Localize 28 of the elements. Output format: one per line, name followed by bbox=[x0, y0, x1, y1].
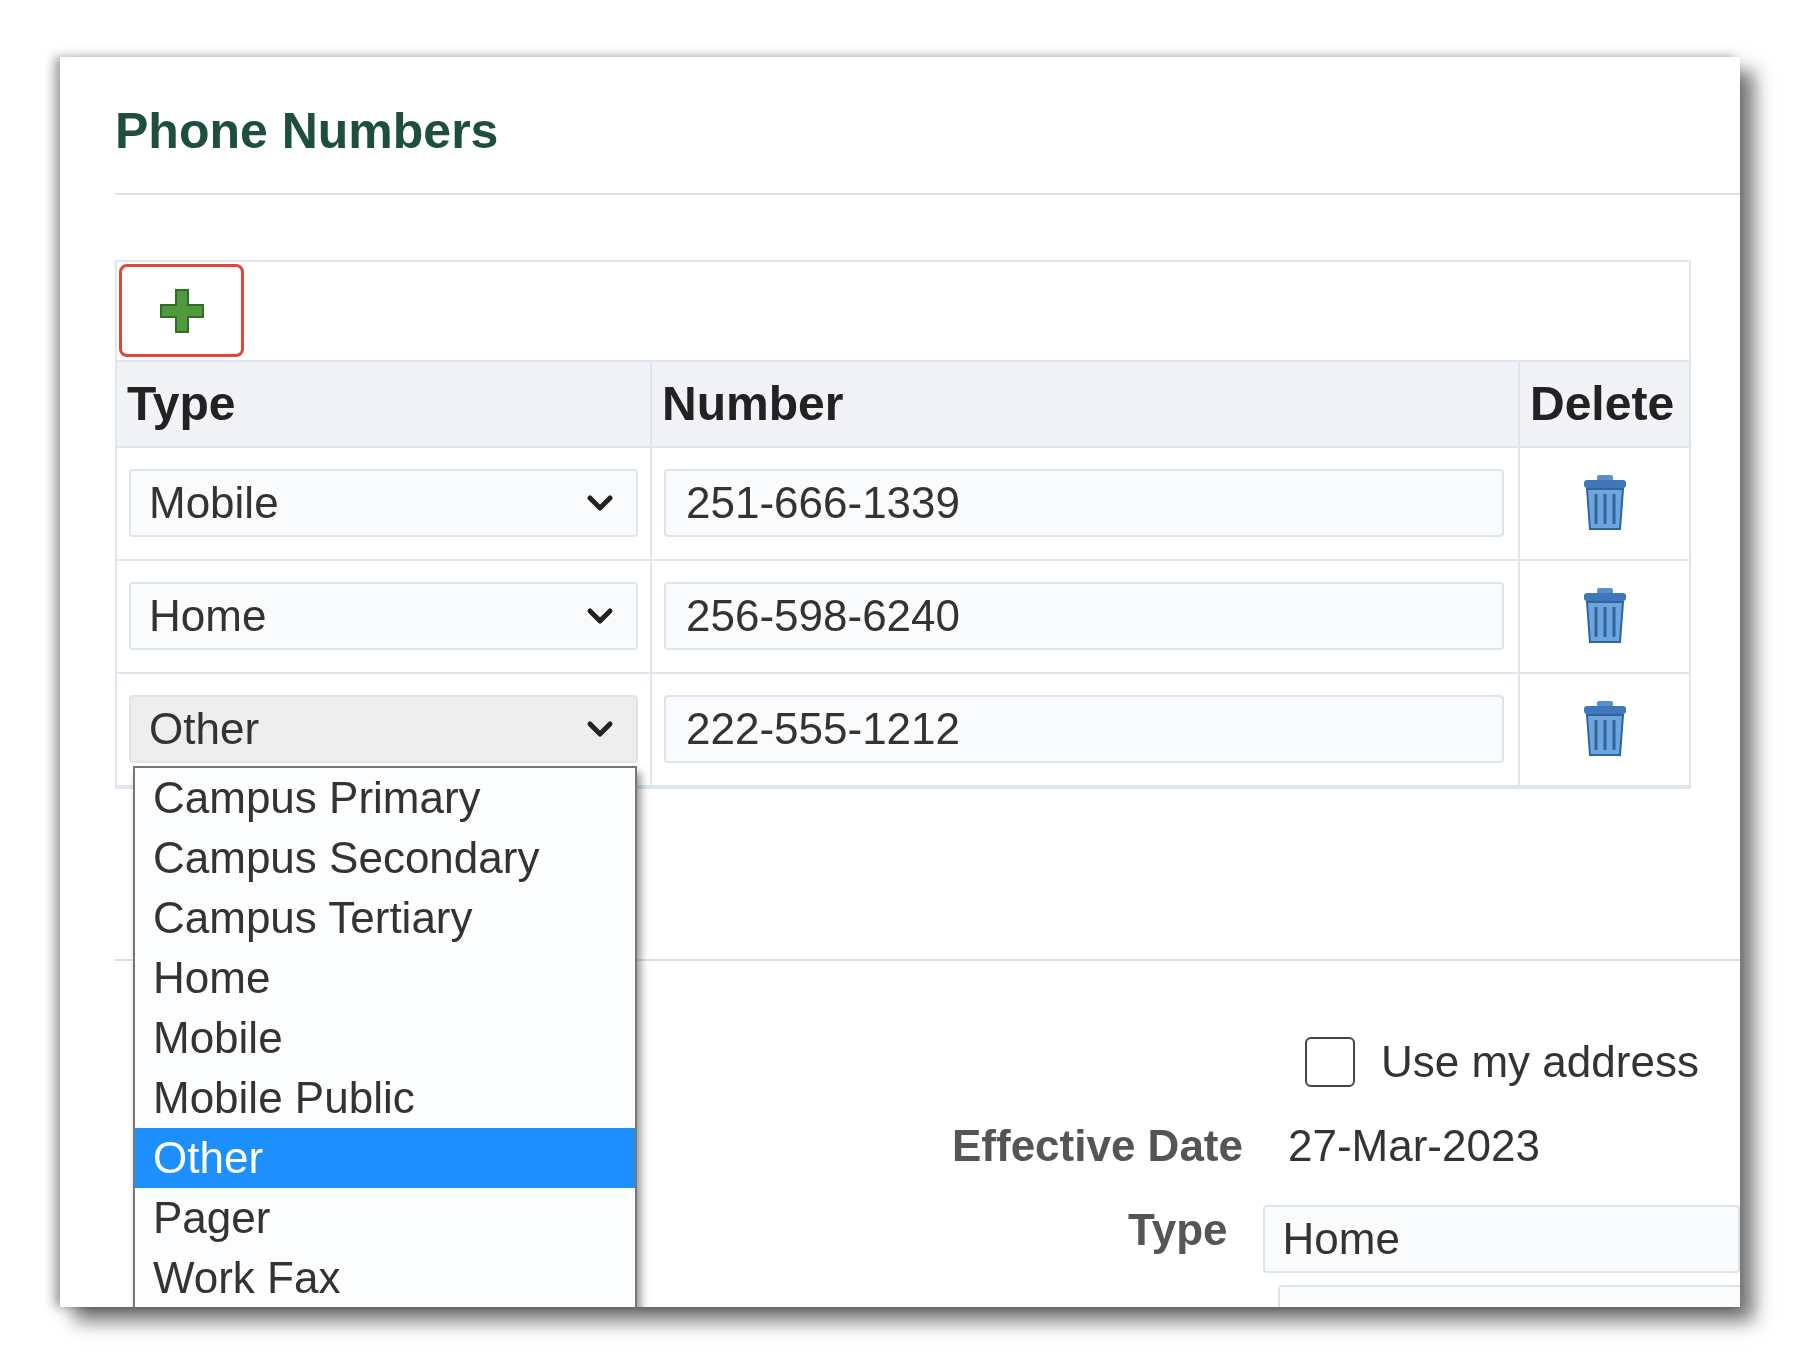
dropdown-option[interactable]: Campus Primary bbox=[135, 767, 635, 828]
column-header: Type bbox=[117, 361, 652, 448]
field-label: Effective Date bbox=[951, 1119, 1243, 1172]
number-field[interactable]: 256-598-6240 bbox=[664, 582, 1504, 650]
type-select[interactable]: Home bbox=[129, 582, 638, 650]
dropdown-option[interactable]: Campus Tertiary bbox=[135, 887, 635, 948]
trash-icon[interactable] bbox=[1581, 700, 1628, 758]
dropdown-option[interactable]: Mobile Public bbox=[135, 1067, 635, 1128]
column-header: Number bbox=[652, 361, 1520, 448]
type-select[interactable]: Other bbox=[129, 695, 638, 763]
number-field[interactable]: 222-555-1212 bbox=[664, 695, 1504, 763]
type-select[interactable]: Mobile bbox=[129, 469, 638, 537]
trash-icon[interactable] bbox=[1581, 474, 1628, 532]
dropdown-option[interactable]: Campus Secondary bbox=[135, 827, 635, 888]
dropdown-option[interactable]: Home bbox=[135, 947, 635, 1008]
dropdown-option[interactable]: Work Fax bbox=[135, 1247, 635, 1307]
add-button[interactable] bbox=[119, 264, 244, 357]
number-field[interactable]: 251-666-1339 bbox=[664, 469, 1504, 537]
dropdown-option[interactable]: Mobile bbox=[135, 1007, 635, 1068]
dropdown-option[interactable]: Pager bbox=[135, 1187, 635, 1248]
column-header: Delete bbox=[1520, 361, 1689, 448]
checkbox[interactable] bbox=[1305, 1036, 1355, 1087]
checkbox-label: Use my address bbox=[1381, 1035, 1699, 1088]
effective-date-value: 27-Mar-2023 bbox=[1288, 1119, 1540, 1172]
type-select[interactable]: Home bbox=[1262, 1204, 1740, 1273]
trash-icon[interactable] bbox=[1581, 587, 1628, 645]
section-title: Phone Numbers bbox=[115, 102, 500, 161]
field-label: Type bbox=[1127, 1203, 1228, 1256]
